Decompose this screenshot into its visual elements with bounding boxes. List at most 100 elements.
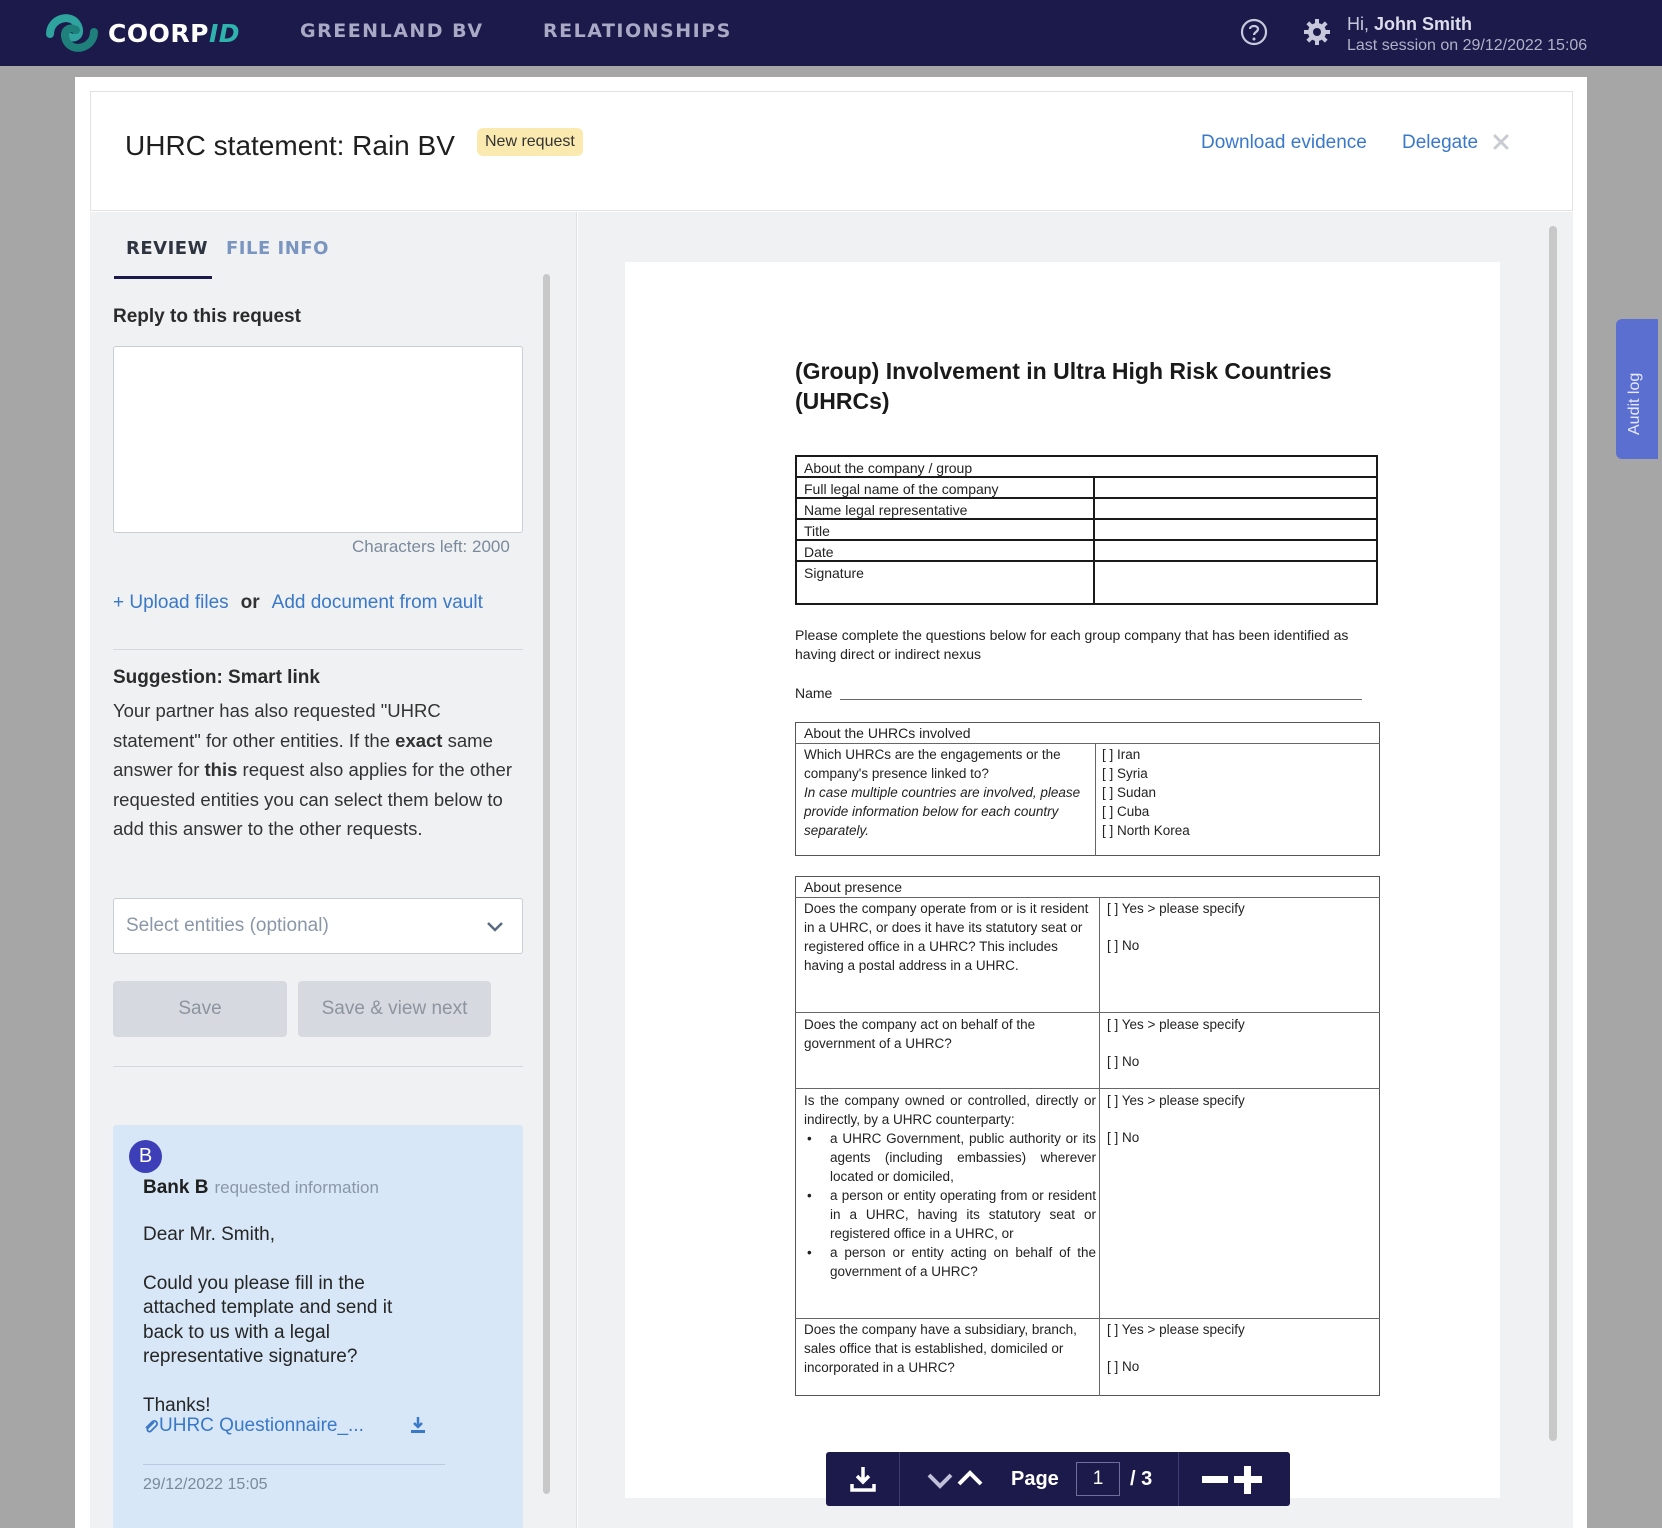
divider: [113, 1066, 523, 1067]
top-navigation: COORPID GREENLAND BV RELATIONSHIPS Hi, J…: [0, 0, 1662, 66]
reply-label: Reply to this request: [113, 306, 301, 327]
table-cell: Full legal name of the company: [804, 481, 999, 497]
logo[interactable]: COORPID: [44, 10, 240, 56]
presence-question-3: Is the company owned or controlled, dire…: [804, 1093, 1096, 1279]
status-badge: New request: [477, 128, 583, 156]
upload-options: + Upload files or Add document from vault: [113, 592, 483, 614]
table-line: [795, 476, 1378, 478]
list-item: • a UHRC Government, public authority or …: [807, 1131, 1096, 1184]
avatar: B: [129, 1140, 162, 1173]
table-line: [795, 1012, 1380, 1013]
message-timestamp: 29/12/2022 15:05: [143, 1476, 268, 1493]
suggestion-title: Suggestion: Smart link: [113, 667, 320, 688]
document-page: (Group) Involvement in Ultra High Risk C…: [625, 262, 1500, 1498]
document-title: (Group) Involvement in Ultra High Risk C…: [795, 358, 1332, 414]
nav-item-greenland-bv[interactable]: GREENLAND BV: [300, 20, 484, 42]
page-title: UHRC statement: Rain BV: [125, 130, 455, 161]
presence-question-2: Does the company act on behalf of the go…: [804, 1017, 1036, 1051]
presence-question-4: Does the company have a subsidiary, bran…: [804, 1322, 1077, 1375]
chevron-down-icon[interactable]: [926, 1470, 954, 1490]
nav-item-relationships[interactable]: RELATIONSHIPS: [543, 20, 732, 42]
download-icon[interactable]: [408, 1415, 428, 1435]
left-scrollbar[interactable]: [543, 274, 550, 1494]
table-line: [1095, 743, 1096, 856]
request-header: UHRC statement: Rain BV New request Down…: [90, 91, 1573, 211]
message-sender: Bank Brequested information: [143, 1177, 379, 1198]
list-item: • a person or entity acting on behalf of …: [807, 1245, 1096, 1279]
user-greeting: Hi, John Smith: [1347, 14, 1472, 34]
separator: [899, 1452, 900, 1506]
table-line: [795, 897, 1380, 898]
chevron-up-icon[interactable]: [956, 1468, 984, 1488]
presence-section-heading: About presence: [804, 879, 903, 895]
active-tab-indicator: [114, 276, 212, 279]
table-line: [795, 539, 1378, 541]
tab-file-info[interactable]: FILE INFO: [226, 238, 329, 259]
table-cell: Signature: [804, 565, 864, 581]
answer-yes: [ ] Yes > please specify: [1107, 1322, 1245, 1337]
presence-question-1: Does the company operate from or is it r…: [804, 901, 1089, 973]
table-line: [795, 743, 1380, 744]
answer-no: [ ] No: [1107, 1054, 1140, 1069]
audit-log-tab[interactable]: Audit log: [1616, 319, 1658, 459]
save-and-view-next-button[interactable]: Save & view next: [298, 981, 491, 1037]
company-section-heading: About the company / group: [804, 460, 973, 476]
save-button[interactable]: Save: [113, 981, 287, 1037]
divider: [143, 1464, 445, 1465]
table-line: [795, 560, 1378, 562]
answer-no: [ ] No: [1107, 938, 1140, 953]
name-label: Name: [795, 685, 833, 701]
table-cell: Name legal representative: [804, 502, 968, 518]
answer-no: [ ] No: [1107, 1130, 1140, 1145]
help-icon[interactable]: [1240, 18, 1268, 46]
audit-log-label: Audit log: [1626, 372, 1643, 435]
reply-textarea[interactable]: [113, 346, 523, 533]
answer-yes: [ ] Yes > please specify: [1107, 1093, 1245, 1108]
divider: [113, 649, 523, 650]
suggestion-text: Your partner has also requested "UHRC st…: [113, 700, 512, 839]
table-line: [1099, 897, 1100, 1396]
chevron-down-icon: [487, 922, 503, 932]
separator: [1178, 1452, 1179, 1506]
or-label: or: [240, 592, 260, 613]
settings-gear-icon[interactable]: [1302, 17, 1332, 47]
list-item: • a person or entity operating from or re…: [807, 1188, 1096, 1241]
add-from-vault-link[interactable]: Add document from vault: [272, 592, 483, 613]
last-session: Last session on 29/12/2022 15:06: [1347, 37, 1588, 54]
answer-yes: [ ] Yes > please specify: [1107, 1017, 1245, 1032]
user-info[interactable]: Hi, John Smith Last session on 29/12/202…: [1347, 14, 1587, 55]
request-message: B Bank Brequested information Dear Mr. S…: [113, 1125, 523, 1528]
uhrc-question: Which UHRCs are the engagements or the c…: [804, 747, 1081, 838]
table-cell: Title: [804, 523, 830, 539]
table-line: [1093, 476, 1095, 605]
message-body: Dear Mr. Smith, Could you please fill in…: [143, 1224, 393, 1416]
close-icon[interactable]: [1491, 132, 1511, 152]
table-line: [795, 1318, 1380, 1319]
page-total: / 3: [1130, 1468, 1153, 1490]
user-name: John Smith: [1374, 14, 1472, 34]
answer-no: [ ] No: [1107, 1359, 1140, 1374]
left-panel: REVIEW FILE INFO Reply to this request C…: [90, 212, 577, 1528]
page-label: Page: [1011, 1468, 1059, 1490]
select-placeholder: Select entities (optional): [126, 915, 329, 936]
select-entities-dropdown[interactable]: Select entities (optional): [113, 898, 523, 954]
table-cell: Date: [804, 544, 834, 560]
zoom-out-icon[interactable]: [1202, 1476, 1228, 1484]
answer-yes: [ ] Yes > please specify: [1107, 901, 1245, 916]
country-list: [ ] Iran [ ] Syria [ ] Sudan [ ] Cuba [ …: [1102, 747, 1190, 838]
download-icon[interactable]: [848, 1464, 878, 1494]
viewer-scrollbar[interactable]: [1549, 226, 1557, 1441]
tab-review[interactable]: REVIEW: [126, 238, 208, 259]
paperclip-icon: [145, 1420, 158, 1433]
download-evidence-link[interactable]: Download evidence: [1201, 132, 1367, 154]
attachment-link[interactable]: UHRC Questionnaire_...: [143, 1415, 364, 1437]
delegate-link[interactable]: Delegate: [1402, 132, 1478, 154]
zoom-in-icon[interactable]: [1234, 1466, 1262, 1494]
upload-files-link[interactable]: + Upload files: [113, 592, 229, 613]
uhrc-section-heading: About the UHRCs involved: [804, 725, 971, 741]
page-number-input[interactable]: [1076, 1462, 1120, 1496]
table-line: [795, 1088, 1380, 1089]
name-line: [840, 699, 1362, 700]
document-toolbar: Page / 3: [826, 1452, 1290, 1506]
coorpid-logo-icon: [46, 14, 98, 52]
